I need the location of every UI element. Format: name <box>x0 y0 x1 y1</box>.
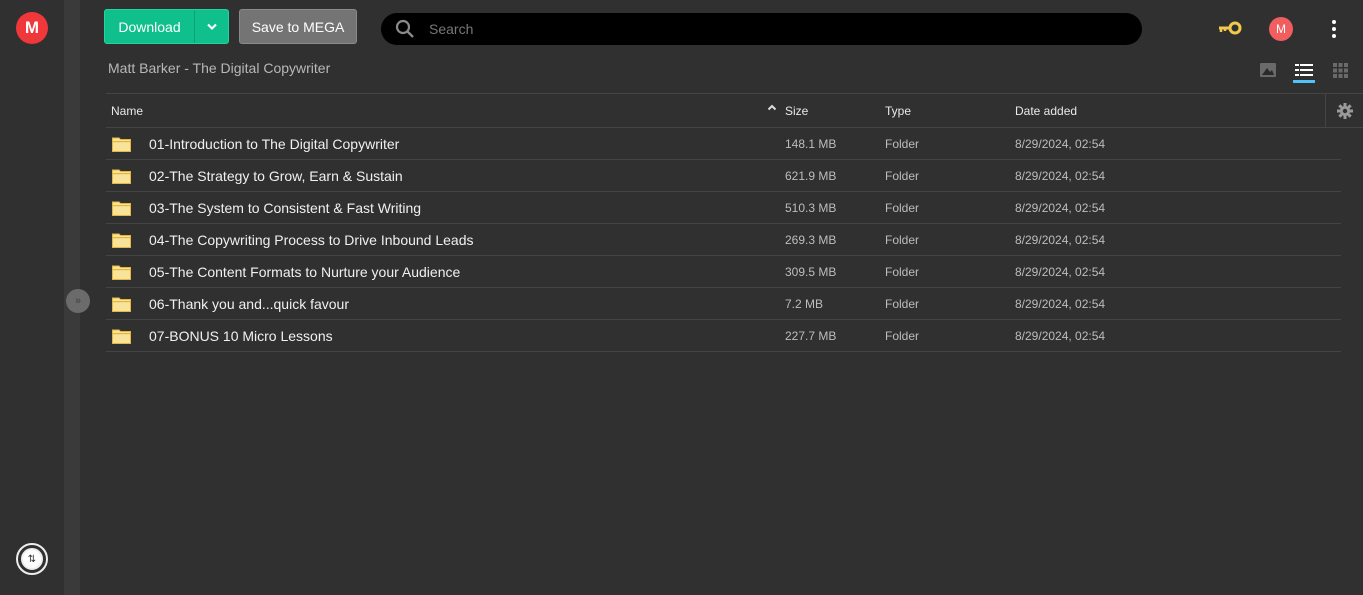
file-name: 01-Introduction to The Digital Copywrite… <box>149 135 400 152</box>
file-name: 07-BONUS 10 Micro Lessons <box>149 327 333 344</box>
file-size: 148.1 MB <box>785 136 837 151</box>
file-date: 8/29/2024, 02:54 <box>1015 168 1106 183</box>
table-row[interactable]: 07-BONUS 10 Micro Lessons 227.7 MB Folde… <box>106 320 1341 352</box>
mega-logo[interactable]: M <box>16 12 48 44</box>
file-date: 8/29/2024, 02:54 <box>1015 136 1106 151</box>
gear-icon <box>1336 102 1353 119</box>
file-type: Folder <box>885 328 920 343</box>
file-name: 06-Thank you and...quick favour <box>149 295 350 312</box>
folder-icon <box>112 136 131 152</box>
file-name: 02-The Strategy to Grow, Earn & Sustain <box>149 167 403 184</box>
folder-icon <box>112 264 131 280</box>
column-header-size[interactable]: Size <box>785 104 885 118</box>
table-row[interactable]: 04-The Copywriting Process to Drive Inbo… <box>106 224 1341 256</box>
sort-ascending-icon[interactable] <box>767 102 777 114</box>
file-type: Folder <box>885 168 920 183</box>
table-row[interactable]: 02-The Strategy to Grow, Earn & Sustain … <box>106 160 1341 192</box>
column-header-name[interactable]: Name <box>106 104 785 118</box>
file-size: 7.2 MB <box>785 296 824 311</box>
table-row[interactable]: 03-The System to Consistent & Fast Writi… <box>106 192 1341 224</box>
file-size: 621.9 MB <box>785 168 837 183</box>
left-sidebar: M ⇅ <box>0 0 64 595</box>
download-options-button[interactable] <box>195 10 228 43</box>
file-type: Folder <box>885 264 920 279</box>
chevron-down-icon <box>206 23 217 30</box>
file-date: 8/29/2024, 02:54 <box>1015 264 1106 279</box>
file-date: 8/29/2024, 02:54 <box>1015 200 1106 215</box>
expand-sidebar-button[interactable]: » <box>66 289 90 313</box>
download-button[interactable]: Download <box>104 9 229 44</box>
file-size: 227.7 MB <box>785 328 837 343</box>
image-icon <box>1260 63 1276 77</box>
file-date: 8/29/2024, 02:54 <box>1015 232 1106 247</box>
file-type: Folder <box>885 136 920 151</box>
file-date: 8/29/2024, 02:54 <box>1015 328 1106 343</box>
file-type: Folder <box>885 200 920 215</box>
file-name: 05-The Content Formats to Nurture your A… <box>149 263 461 280</box>
file-table: Name Size Type Date added 01-Introductio… <box>106 93 1363 352</box>
table-row[interactable]: 06-Thank you and...quick favour 7.2 MB F… <box>106 288 1341 320</box>
key-icon[interactable] <box>1216 18 1244 38</box>
file-size: 269.3 MB <box>785 232 837 247</box>
folder-icon <box>112 168 131 184</box>
table-row[interactable]: 01-Introduction to The Digital Copywrite… <box>106 128 1341 160</box>
user-avatar[interactable]: M <box>1269 17 1293 41</box>
column-header-date[interactable]: Date added <box>1015 104 1215 118</box>
grid-view-button[interactable] <box>1322 58 1358 82</box>
table-row[interactable]: 05-The Content Formats to Nurture your A… <box>106 256 1341 288</box>
more-menu-icon[interactable] <box>1326 18 1342 40</box>
table-header: Name Size Type Date added <box>106 93 1363 128</box>
transfers-button[interactable]: ⇅ <box>16 543 48 575</box>
search-input[interactable] <box>421 21 1142 37</box>
folder-icon <box>112 296 131 312</box>
folder-icon <box>112 328 131 344</box>
save-to-mega-button[interactable]: Save to MEGA <box>239 9 357 44</box>
file-size: 510.3 MB <box>785 200 837 215</box>
column-header-type[interactable]: Type <box>885 104 1015 118</box>
main-panel: Download Save to MEGA M Matt Barker - Th… <box>80 0 1363 595</box>
file-date: 8/29/2024, 02:54 <box>1015 296 1106 311</box>
file-name: 04-The Copywriting Process to Drive Inbo… <box>149 231 474 248</box>
column-settings-button[interactable] <box>1325 94 1363 127</box>
file-size: 309.5 MB <box>785 264 837 279</box>
file-type: Folder <box>885 232 920 247</box>
folder-icon <box>112 200 131 216</box>
search-icon <box>381 19 421 39</box>
search-bar[interactable] <box>381 13 1142 45</box>
breadcrumb: Matt Barker - The Digital Copywriter <box>108 60 331 76</box>
mega-app: M ⇅ » Download Save to MEGA M Matt Barke… <box>0 0 1363 595</box>
view-mode-switcher <box>1250 58 1358 83</box>
thumbnail-view-button[interactable] <box>1250 58 1286 82</box>
grid-icon <box>1332 62 1348 78</box>
file-name: 03-The System to Consistent & Fast Writi… <box>149 199 422 216</box>
list-icon <box>1295 64 1313 76</box>
folder-icon <box>112 232 131 248</box>
transfer-arrows-icon: ⇅ <box>21 548 43 570</box>
download-label[interactable]: Download <box>105 10 195 43</box>
file-type: Folder <box>885 296 920 311</box>
list-view-button[interactable] <box>1286 58 1322 83</box>
